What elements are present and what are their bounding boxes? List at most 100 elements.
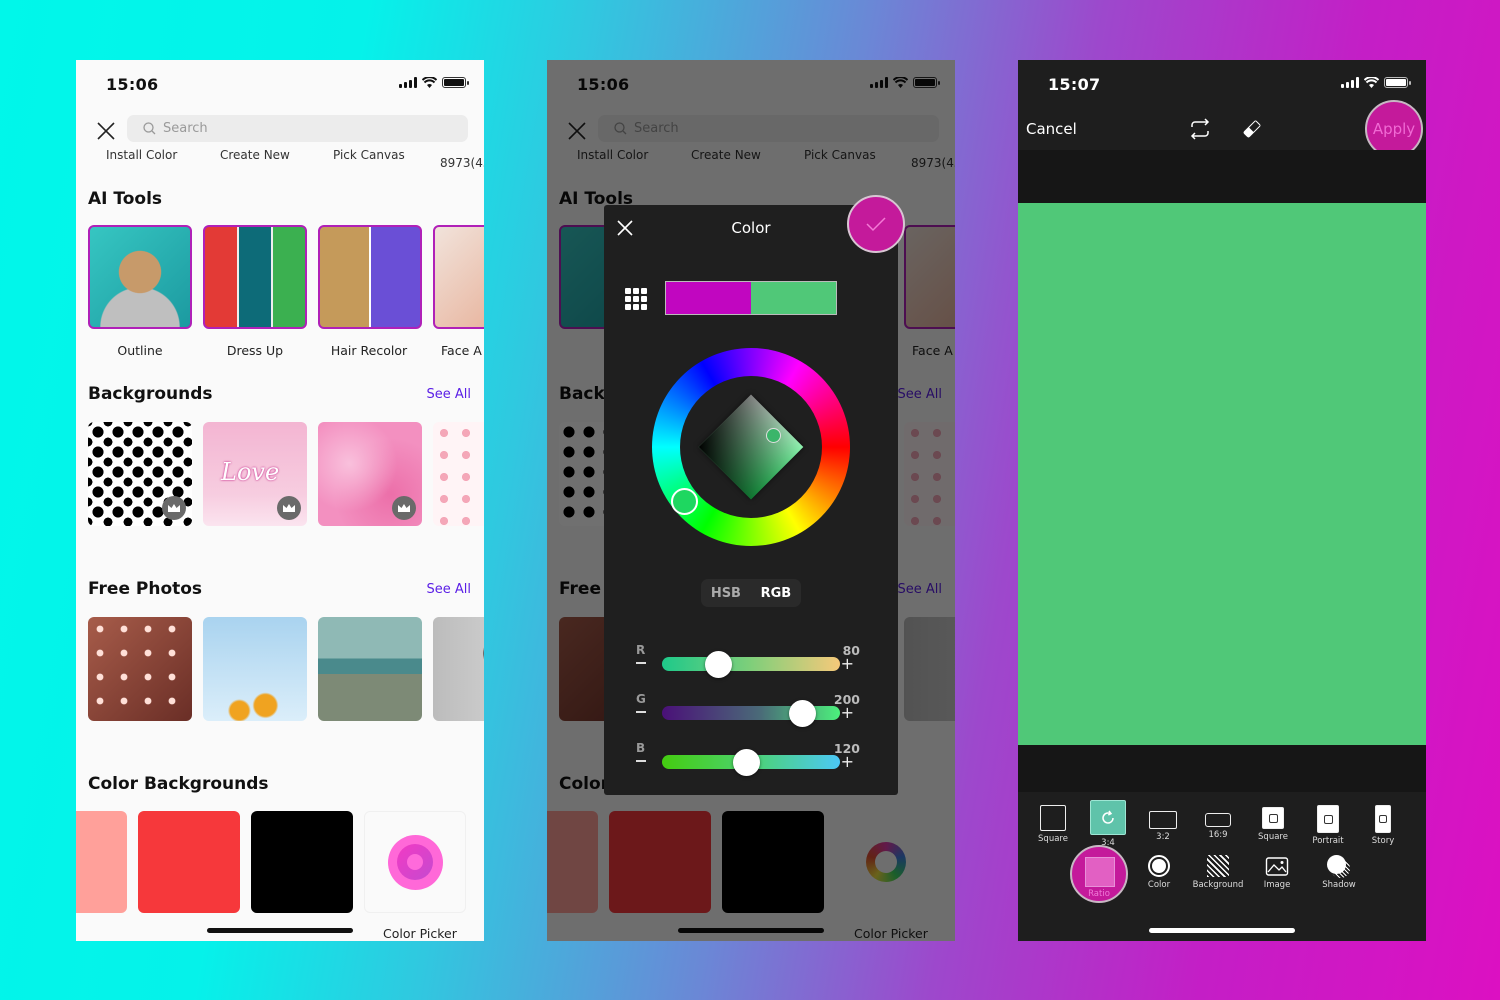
ratio-instagram-story[interactable]: Story: [1358, 803, 1408, 846]
decrement-button[interactable]: [636, 711, 646, 713]
swatch-grid-icon[interactable]: [625, 288, 647, 310]
home-indicator[interactable]: [207, 928, 353, 933]
photo-woman-hat[interactable]: [433, 617, 484, 721]
battery-icon: [442, 77, 469, 88]
eraser-icon[interactable]: [1240, 117, 1264, 141]
tool-label: Image: [1263, 880, 1291, 890]
hue-handle[interactable]: [671, 488, 698, 515]
wifi-icon: [1364, 77, 1379, 88]
color-picker-icon: [387, 834, 443, 890]
ratio-3-2[interactable]: 3:2: [1138, 803, 1188, 842]
ratio-square[interactable]: Square: [1028, 803, 1078, 844]
photo-beach-resort[interactable]: [318, 617, 422, 721]
status-bar: 15:07: [1018, 60, 1426, 108]
premium-crown-icon: [392, 496, 416, 520]
quick-truncated-item[interactable]: 8973(45: [440, 156, 484, 170]
free-photos-title: Free Photos: [88, 579, 203, 599]
confirm-button[interactable]: [847, 195, 905, 253]
slider-label: G: [636, 692, 646, 706]
close-icon[interactable]: [96, 121, 116, 141]
quick-create-new[interactable]: Create New: [220, 148, 290, 162]
slider-label: R: [636, 643, 646, 657]
color-mode-tabs: HSB RGB: [701, 579, 801, 607]
ai-tool-label: Face A: [441, 343, 482, 358]
ai-tool-label: Hair Recolor: [330, 343, 408, 358]
color-swatch[interactable]: [76, 811, 127, 913]
color-swatch[interactable]: [138, 811, 240, 913]
love-art-text: Love: [221, 458, 280, 486]
status-time: 15:06: [106, 75, 159, 94]
background-pink-glitter[interactable]: [318, 422, 422, 526]
ratio-16-9[interactable]: 16:9: [1193, 803, 1243, 840]
ratio-label: 3:2: [1156, 832, 1170, 842]
tool-options: Color Background Image Shadow: [1018, 855, 1426, 905]
tool-image[interactable]: Image: [1247, 855, 1307, 890]
color-picker-tile[interactable]: [364, 811, 466, 913]
premium-crown-icon: [162, 496, 186, 520]
ratio-label: Portrait: [1312, 836, 1344, 846]
home-indicator[interactable]: [1149, 928, 1295, 933]
ai-tool-hair-recolor[interactable]: [318, 225, 422, 329]
quick-install-color[interactable]: Install Color: [106, 148, 177, 162]
increment-button[interactable]: +: [841, 752, 854, 771]
premium-crown-icon: [277, 496, 301, 520]
status-time: 15:07: [1048, 75, 1101, 94]
canvas-preview[interactable]: [1018, 203, 1426, 745]
ai-tool-outline[interactable]: [88, 225, 192, 329]
ai-tool-label: Dress Up: [226, 343, 284, 358]
slider-track[interactable]: [662, 657, 840, 671]
photo-heart-bokeh[interactable]: [88, 617, 192, 721]
ratio-instagram-portrait[interactable]: Portrait: [1303, 803, 1353, 846]
rect-16-9-icon: [1205, 813, 1231, 827]
rotate-icon: [1090, 800, 1126, 835]
cancel-button[interactable]: Cancel: [1026, 120, 1077, 138]
tool-shadow[interactable]: Shadow: [1309, 855, 1369, 890]
rect-3-2-icon: [1149, 811, 1177, 829]
background-love[interactable]: Love: [203, 422, 307, 526]
home-screen: 15:06 Install Color Create New Pick Canv…: [76, 60, 484, 941]
free-photos-see-all-link[interactable]: See All: [427, 582, 472, 597]
increment-button[interactable]: +: [841, 703, 854, 722]
background-hearts[interactable]: [433, 422, 484, 526]
photo-flowers-sky[interactable]: [203, 617, 307, 721]
color-modal: Color HSB RGB R 80 + G 200 + B 120 +: [604, 205, 898, 795]
instagram-icon: [1375, 805, 1391, 833]
battery-icon: [1384, 77, 1411, 88]
instagram-icon: [1317, 805, 1339, 833]
decrement-button[interactable]: [636, 662, 646, 664]
tool-color[interactable]: Color: [1129, 855, 1189, 890]
search-input[interactable]: [163, 121, 413, 136]
slider-thumb[interactable]: [788, 700, 816, 727]
slider-thumb[interactable]: [704, 651, 732, 678]
hue-wheel[interactable]: [652, 348, 850, 546]
tab-rgb[interactable]: RGB: [761, 586, 792, 601]
backgrounds-see-all-link[interactable]: See All: [427, 387, 472, 402]
color-circle-icon: [1148, 855, 1170, 877]
swap-icon[interactable]: [1188, 118, 1212, 140]
search-icon: [143, 122, 156, 135]
search-bar[interactable]: [127, 115, 468, 142]
ratio-label: Square: [1038, 834, 1068, 844]
tab-hsb[interactable]: HSB: [711, 586, 741, 601]
ratio-instagram-square[interactable]: Square: [1248, 803, 1298, 842]
image-icon: [1265, 857, 1289, 876]
decrement-button[interactable]: [636, 760, 646, 762]
ratio-3-4[interactable]: 3:4: [1083, 800, 1133, 848]
canvas-editor-screen: 15:07 Cancel Apply Square 3:4 3:2 16:9 S…: [1018, 60, 1426, 941]
saturation-brightness-handle[interactable]: [766, 428, 781, 443]
signal-icon: [399, 77, 417, 88]
ai-tools-title: AI Tools: [88, 189, 163, 209]
current-color: [751, 282, 836, 314]
quick-pick-canvas[interactable]: Pick Canvas: [333, 148, 405, 162]
color-swatch[interactable]: [251, 811, 353, 913]
tool-background[interactable]: Background: [1188, 855, 1248, 890]
instagram-icon: [1262, 807, 1284, 829]
ratio-label: Story: [1371, 836, 1395, 846]
ai-tool-dress-up[interactable]: [203, 225, 307, 329]
slider-thumb[interactable]: [732, 749, 760, 776]
increment-button[interactable]: +: [841, 654, 854, 673]
previous-color[interactable]: [666, 282, 751, 314]
ai-tool-face-art[interactable]: [433, 225, 484, 329]
tool-label: Color: [1147, 880, 1171, 890]
background-cow-print[interactable]: [88, 422, 192, 526]
